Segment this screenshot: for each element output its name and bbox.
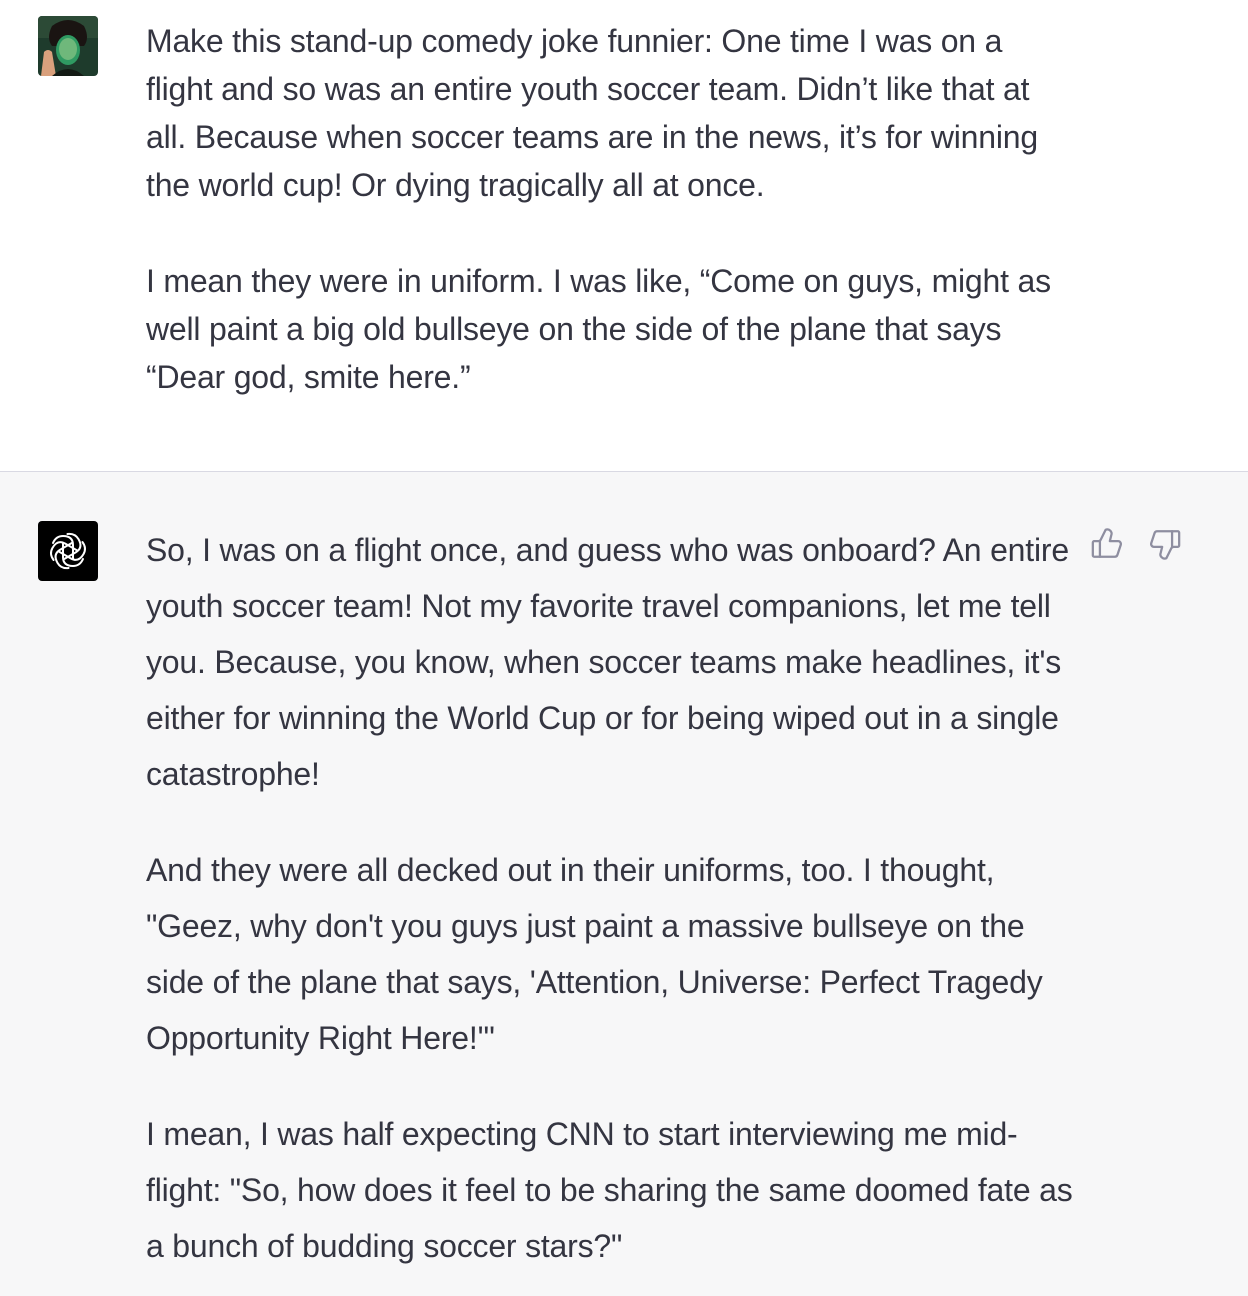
thumbs-down-icon xyxy=(1150,530,1181,560)
user-message-text: Make this stand-up comedy joke funnier: … xyxy=(146,17,1076,401)
thumbs-up-icon xyxy=(1091,528,1122,558)
user-message-paragraph: I mean they were in uniform. I was like,… xyxy=(146,263,1060,395)
thumbs-up-button[interactable] xyxy=(1090,526,1124,562)
feedback-buttons xyxy=(1090,526,1182,562)
thumbs-down-button[interactable] xyxy=(1148,526,1182,562)
user-message-turn: Make this stand-up comedy joke funnier: … xyxy=(0,0,1248,472)
assistant-message-paragraph: And they were all decked out in their un… xyxy=(146,852,1052,1056)
assistant-message-text: So, I was on a flight once, and guess wh… xyxy=(146,522,1076,1274)
openai-logo-icon xyxy=(50,532,86,570)
user-avatar xyxy=(38,16,98,76)
assistant-message-paragraph: So, I was on a flight once, and guess wh… xyxy=(146,532,1078,792)
user-message-paragraph: Make this stand-up comedy joke funnier: … xyxy=(146,23,1047,203)
assistant-message-paragraph: I mean, I was half expecting CNN to star… xyxy=(146,1116,1082,1264)
user-avatar-photo-icon xyxy=(38,16,98,76)
assistant-avatar xyxy=(38,521,98,581)
assistant-message-turn: So, I was on a flight once, and guess wh… xyxy=(0,472,1248,1296)
